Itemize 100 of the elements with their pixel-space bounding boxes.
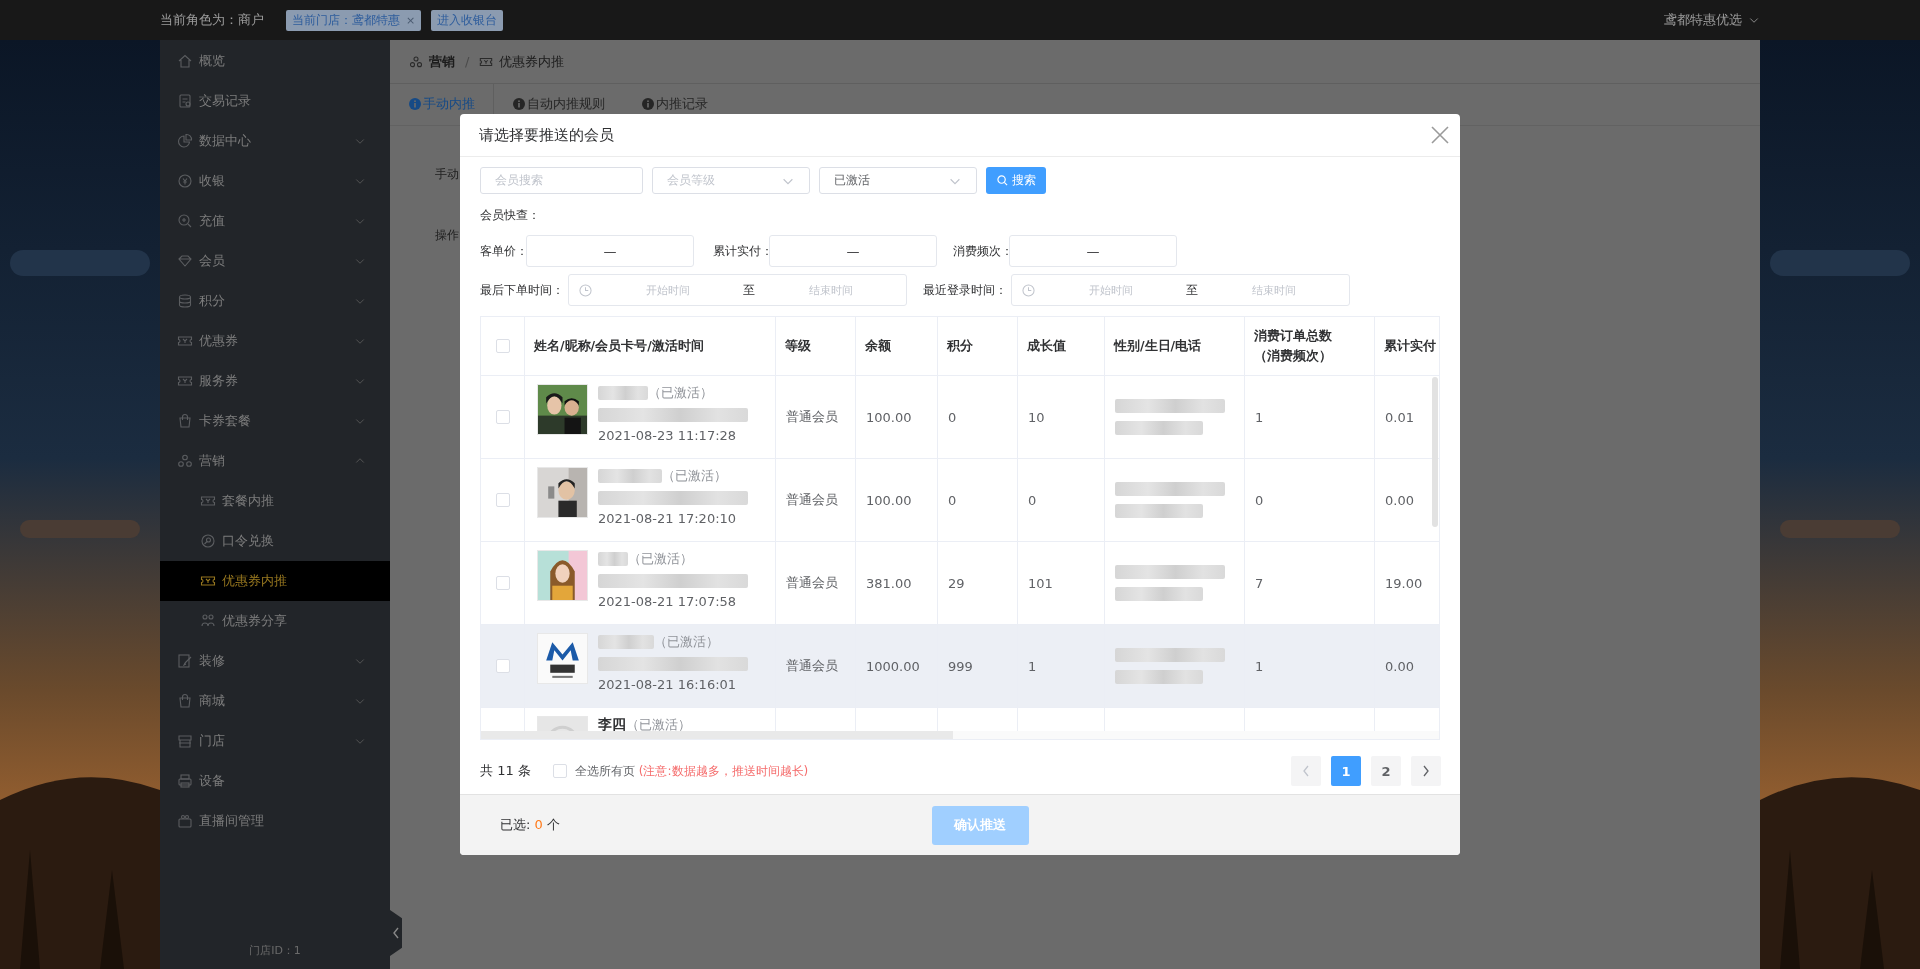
breadcrumb-item[interactable]: 营销: [429, 52, 455, 71]
sidebar-item[interactable]: 直播间管理: [160, 801, 390, 841]
close-button[interactable]: ×: [406, 13, 416, 27]
field-label: 累计实付：: [713, 242, 769, 260]
store-id: 门店ID：1: [248, 943, 302, 959]
scrollbar[interactable]: [1432, 377, 1438, 527]
sidebar-item[interactable]: 优惠券: [160, 321, 390, 361]
status-select[interactable]: 已激活: [819, 167, 977, 194]
cashier-link[interactable]: 进入收银台: [431, 9, 504, 31]
range-field[interactable]: —: [769, 235, 937, 267]
printer-icon: [177, 773, 193, 789]
member-status: （已激活）: [654, 633, 719, 651]
column-header: 累计实付: [1384, 337, 1436, 355]
field-label: 最近登录时间：: [923, 281, 1008, 299]
tag-label: 当前门店：鸢都特惠: [292, 11, 400, 29]
sidebar-subitem[interactable]: 优惠券内推: [160, 561, 390, 601]
form-label: 手动: [435, 166, 459, 183]
column-header: 余额: [865, 337, 891, 355]
sidebar-item[interactable]: 卡券套餐: [160, 401, 390, 441]
section-label: 会员快查：: [480, 207, 541, 224]
sidebar-item[interactable]: 商城: [160, 681, 390, 721]
sidebar-item[interactable]: 营销: [160, 441, 390, 481]
sidebar-item[interactable]: 收银: [160, 161, 390, 201]
tab[interactable]: 内推记录: [623, 93, 726, 115]
column-header: 积分: [947, 337, 973, 355]
database-icon: [177, 293, 193, 309]
member-status: （已激活）: [648, 384, 713, 402]
sidebar-item[interactable]: 数据中心: [160, 121, 390, 161]
sidebar-item[interactable]: 装修: [160, 641, 390, 681]
sidebar-item[interactable]: 门店: [160, 721, 390, 761]
member-status: （已激活）: [628, 550, 693, 568]
field-label: 消费频次：: [953, 242, 1009, 260]
sidebar-subitem[interactable]: 优惠券分享: [160, 601, 390, 641]
sidebar-subitem[interactable]: 套餐内推: [160, 481, 390, 521]
sidebar-item[interactable]: 设备: [160, 761, 390, 801]
table-cell: 999: [938, 625, 1018, 708]
search-button[interactable]: 搜索: [986, 167, 1046, 194]
table-cell: 普通会员: [776, 376, 856, 459]
member-status: （已激活）: [626, 716, 691, 731]
checkbox[interactable]: [552, 764, 567, 778]
info-icon: [642, 98, 654, 110]
table-cell: 0: [938, 459, 1018, 542]
info-icon: [513, 98, 525, 110]
checkbox[interactable]: [495, 659, 510, 673]
form-label: 操作: [435, 227, 459, 244]
tab[interactable]: 自动内推规则: [494, 93, 623, 115]
column-header: 消费订单总数（消费频次）: [1254, 327, 1333, 365]
coin-icon: [177, 173, 193, 189]
range-separator: 至: [1186, 281, 1198, 299]
checkbox[interactable]: [495, 410, 510, 424]
sidebar-subitem[interactable]: 口令兑换: [160, 521, 390, 561]
next-page-button[interactable]: [1411, 756, 1441, 786]
column-header: 成长值: [1027, 337, 1066, 355]
warning-text: (注意:数据越多，推送时间越长): [638, 762, 809, 780]
range-field[interactable]: —: [1009, 235, 1177, 267]
bag-icon: [177, 693, 193, 709]
page-button[interactable]: 1: [1331, 756, 1361, 786]
column-header: 性别/生日/电话: [1114, 337, 1202, 355]
activation-time: 2021-08-21 17:07:58: [598, 594, 738, 609]
checkbox[interactable]: [495, 576, 510, 590]
store-icon: [177, 733, 193, 749]
page-button[interactable]: 2: [1371, 756, 1401, 786]
redacted-block: [598, 386, 648, 400]
range-separator: 至: [743, 281, 755, 299]
diamond-icon: [177, 253, 193, 269]
sidebar-item[interactable]: 充值: [160, 201, 390, 241]
modal-title: 请选择要推送的会员: [479, 125, 614, 145]
sidebar-item[interactable]: 概览: [160, 41, 390, 81]
sidebar-item[interactable]: 会员: [160, 241, 390, 281]
receipt-icon: [177, 93, 193, 109]
people-icon: [200, 613, 216, 629]
table-cell: 0: [938, 376, 1018, 459]
table-cell: 100.00: [856, 459, 938, 542]
redacted-block: [598, 635, 654, 649]
home-icon: [177, 53, 193, 69]
sidebar-item[interactable]: 积分: [160, 281, 390, 321]
table-cell: 1: [1245, 625, 1375, 708]
unit-label: 个: [545, 817, 560, 832]
ticket-icon: [177, 373, 193, 389]
checkbox[interactable]: [495, 339, 510, 353]
table-cell: 1: [1018, 625, 1105, 708]
ticket-icon: [200, 493, 216, 509]
circles-icon: [409, 54, 423, 69]
range-field[interactable]: —: [526, 235, 694, 267]
placeholder: 会员等级: [667, 172, 715, 189]
clock-icon: [579, 283, 592, 297]
scrollbar[interactable]: [481, 731, 953, 739]
sidebar-item[interactable]: 服务券: [160, 361, 390, 401]
table-cell: 0: [1018, 459, 1105, 542]
redacted-block: [598, 469, 662, 483]
close-icon[interactable]: [1430, 125, 1450, 145]
select-value: 已激活: [834, 172, 870, 189]
member-status: （已激活）: [662, 467, 727, 485]
breadcrumb-separator: /: [465, 54, 470, 69]
user-menu[interactable]: 鸢都特惠优选: [1664, 11, 1760, 29]
chevron-right-icon: [1422, 765, 1430, 777]
checkbox[interactable]: [495, 493, 510, 507]
sidebar-item[interactable]: 交易记录: [160, 81, 390, 121]
select-all-checkbox[interactable]: 全选所有页: [552, 762, 635, 780]
member-name: 李四: [598, 716, 626, 731]
